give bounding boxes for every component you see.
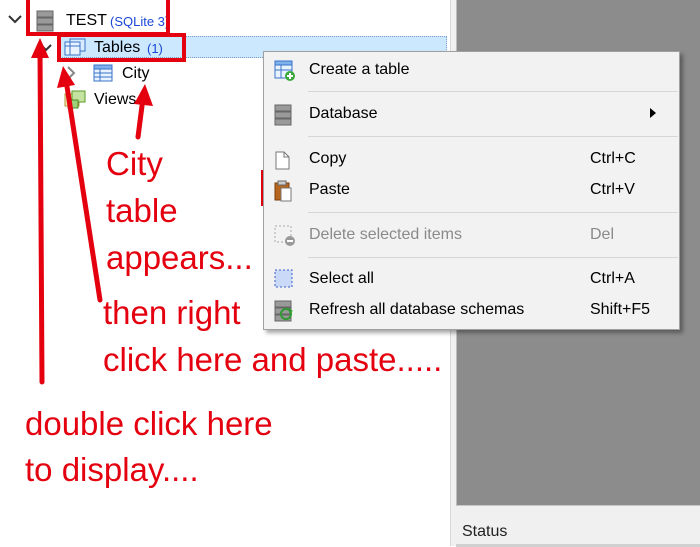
- menu-item-shortcut: Del: [590, 226, 615, 243]
- annotation-double-click-line1: double click here: [25, 405, 273, 442]
- menu-separator: [308, 257, 678, 258]
- menu-item-select-all[interactable]: Select all Ctrl+A: [264, 265, 679, 295]
- menu-item-create-table[interactable]: Create a table: [264, 56, 679, 86]
- menu-item-database[interactable]: Database: [264, 100, 679, 130]
- annotation-city-line1: City: [106, 145, 163, 182]
- menu-item-shortcut: Shift+F5: [590, 301, 651, 318]
- menu-item-label: Create a table: [309, 61, 410, 78]
- submenu-arrow-icon: [650, 108, 656, 118]
- annotation-city-line2: table: [106, 192, 178, 229]
- select-all-icon: [274, 269, 294, 294]
- menu-item-refresh-schemas[interactable]: Refresh all database schemas Shift+F5: [264, 296, 679, 326]
- delete-icon: [274, 225, 296, 252]
- menu-separator: [308, 212, 678, 213]
- annotation-right-click-line2: click here and paste.....: [103, 341, 443, 378]
- menu-item-shortcut: Ctrl+C: [590, 150, 636, 167]
- create-table-icon: [274, 60, 296, 87]
- refresh-database-icon: [274, 300, 294, 327]
- menu-item-shortcut: Ctrl+A: [590, 270, 635, 287]
- paste-icon: [274, 180, 292, 207]
- annotation-double-click-line2: to display....: [25, 451, 199, 488]
- copy-icon: [274, 149, 292, 176]
- context-menu: Create a table Database Copy Ctrl+C Past…: [263, 51, 680, 330]
- menu-separator: [308, 136, 678, 137]
- menu-item-delete-selected[interactable]: Delete selected items Del: [264, 221, 679, 251]
- menu-item-copy[interactable]: Copy Ctrl+C: [264, 145, 679, 175]
- menu-item-label: Select all: [309, 270, 374, 287]
- menu-item-label: Database: [309, 105, 378, 122]
- menu-item-shortcut: Ctrl+V: [590, 181, 635, 198]
- annotation-city-line3: appears...: [106, 239, 253, 276]
- menu-separator: [308, 91, 678, 92]
- menu-item-label: Delete selected items: [309, 226, 462, 243]
- menu-item-label: Copy: [309, 150, 347, 167]
- menu-item-label: Refresh all database schemas: [309, 301, 525, 318]
- database-icon: [274, 104, 292, 131]
- annotation-right-click-line1: then right: [103, 294, 241, 331]
- menu-item-paste[interactable]: Paste Ctrl+V: [264, 176, 679, 206]
- menu-item-label: Paste: [309, 181, 350, 198]
